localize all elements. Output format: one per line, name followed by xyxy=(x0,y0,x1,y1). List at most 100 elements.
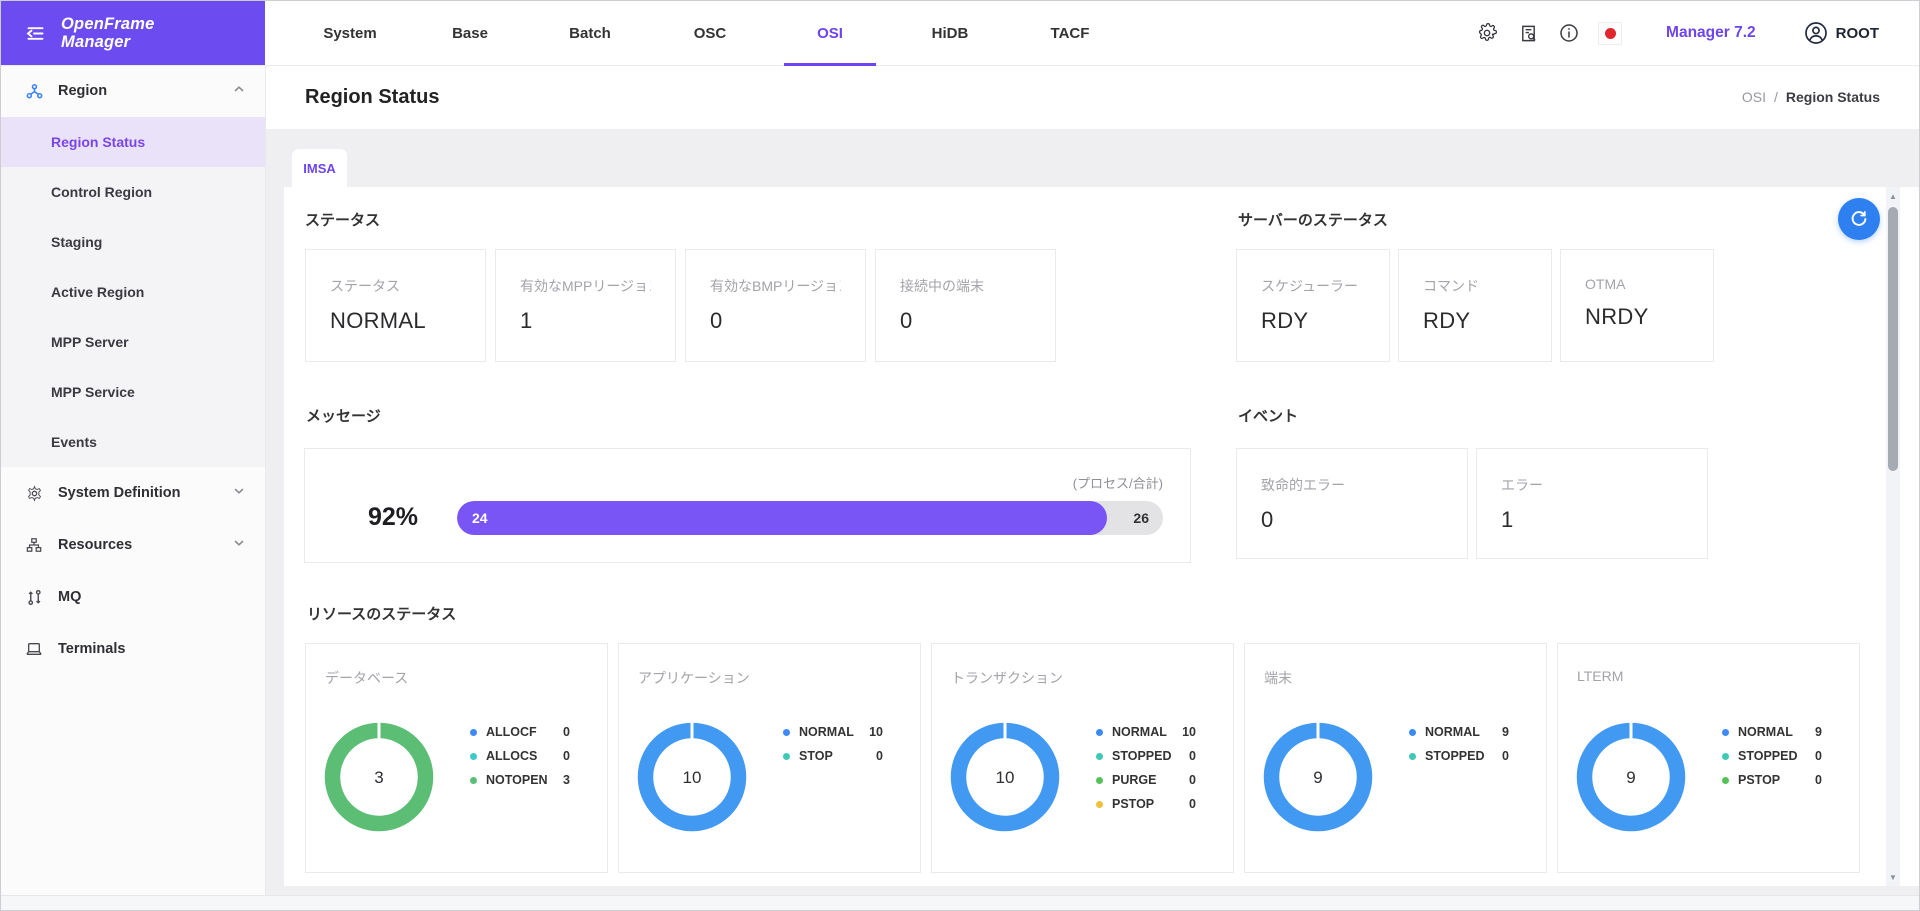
refresh-button[interactable] xyxy=(1838,198,1880,240)
legend-label: PURGE xyxy=(1112,773,1156,787)
scroll-up-arrow[interactable]: ▲ xyxy=(1886,189,1900,203)
nav-tab-batch[interactable]: Batch xyxy=(530,1,650,65)
user-menu[interactable]: ROOT xyxy=(1804,21,1879,45)
status-card-row: ステータスNORMAL有効なMPPリージョン1有効なBMPリージョン0接続中の端… xyxy=(305,249,1056,362)
legend-label: STOP xyxy=(799,749,833,763)
nav-tab-hidb[interactable]: HiDB xyxy=(890,1,1010,65)
region-status-panel: ステータス ステータスNORMAL有効なMPPリージョン1有効なBMPリージョン… xyxy=(284,187,1919,886)
legend-row: NOTOPEN3 xyxy=(470,768,570,792)
legend-value: 0 xyxy=(1189,773,1196,787)
legend-label: PSTOP xyxy=(1112,797,1154,811)
status-card: 有効なBMPリージョン 0 xyxy=(685,249,866,362)
card-label: スケジューラー xyxy=(1261,276,1365,296)
sidebar-item-region-status[interactable]: Region Status xyxy=(1,117,265,167)
legend-label: NORMAL xyxy=(1425,725,1480,739)
legend-row: ALLOCF 0 xyxy=(470,720,570,744)
sidebar-item-label: Resources xyxy=(58,537,132,553)
sidebar-item-system-definition[interactable]: System Definition xyxy=(1,467,265,519)
card-label: 接続中の端末 xyxy=(900,276,1031,296)
legend-row: NORMAL 9 xyxy=(1722,720,1822,744)
legend-value: 0 xyxy=(1502,749,1509,763)
legend-label: STOPPED xyxy=(1425,749,1485,763)
refresh-icon xyxy=(1849,209,1869,229)
card-label: 有効なBMPリージョン xyxy=(710,276,841,296)
card-value: 0 xyxy=(710,308,841,334)
svg-text:10: 10 xyxy=(996,768,1015,787)
sidebar-item-active-region[interactable]: Active Region xyxy=(1,267,265,317)
sidebar-item-mpp-server[interactable]: MPP Server xyxy=(1,317,265,367)
sidebar-item-staging[interactable]: Staging xyxy=(1,217,265,267)
chevron-down-icon xyxy=(233,485,245,501)
nav-tab-tacf[interactable]: TACF xyxy=(1010,1,1130,65)
resource-card-row: データベース3ALLOCF0ALLOCS0NOTOPEN3アプリケーション10N… xyxy=(305,643,1860,873)
legend-value: 0 xyxy=(563,725,570,739)
settings-icon[interactable] xyxy=(1475,21,1499,45)
message-progress-card: (プロセス/合計) 92% 24 26 xyxy=(304,448,1191,563)
sidebar-item-region[interactable]: Region xyxy=(1,65,265,117)
sitemap-icon xyxy=(25,537,43,553)
legend-label: STOPPED xyxy=(1738,749,1798,763)
sidebar-item-mq[interactable]: MQ xyxy=(1,571,265,623)
legend-dot-icon xyxy=(1722,729,1729,736)
legend-value: 0 xyxy=(876,749,883,763)
scrollbar-thumb[interactable] xyxy=(1888,207,1898,471)
legend-dot-icon xyxy=(1722,777,1729,784)
legend-row: NORMAL10 xyxy=(783,720,883,744)
audit-log-icon[interactable] xyxy=(1516,21,1540,45)
legend-row: NORMAL 9 xyxy=(1409,720,1509,744)
donut-legend: NORMAL 9 STOPPED 0 xyxy=(1409,720,1509,768)
section-title-server-status: サーバーのステータス xyxy=(1238,209,1388,230)
language-flag-jp-icon[interactable] xyxy=(1598,21,1622,45)
horizontal-scrollbar[interactable] xyxy=(1,895,1919,910)
sidebar-item-label: MQ xyxy=(58,589,81,605)
legend-row: STOPPED0 xyxy=(1096,744,1196,768)
legend-row: PSTOP0 xyxy=(1722,768,1822,792)
message-progress-fill: 24 xyxy=(457,501,1107,535)
sidebar-item-control-region[interactable]: Control Region xyxy=(1,167,265,217)
vertical-scrollbar[interactable]: ▲ ▼ xyxy=(1886,187,1900,886)
legend-value: 9 xyxy=(1502,725,1509,739)
brand-name: OpenFrame Manager xyxy=(61,15,155,52)
manager-version-link[interactable]: Manager 7.2 xyxy=(1666,24,1756,42)
sidebar-item-label: Region xyxy=(58,83,107,99)
legend-row: STOP 0 xyxy=(783,744,883,768)
scroll-down-arrow[interactable]: ▼ xyxy=(1886,870,1900,884)
sidebar-item-resources[interactable]: Resources xyxy=(1,519,265,571)
resource-card-title: 端末 xyxy=(1264,668,1292,688)
nav-tab-base[interactable]: Base xyxy=(410,1,530,65)
server-status-card: コマンドRDY xyxy=(1398,249,1552,362)
sidebar-item-terminals[interactable]: Terminals xyxy=(1,623,265,675)
nav-tab-system[interactable]: System xyxy=(290,1,410,65)
server-status-card: OTMANRDY xyxy=(1560,249,1714,362)
info-icon[interactable] xyxy=(1557,21,1581,45)
gear-icon xyxy=(25,485,43,502)
breadcrumb-separator: / xyxy=(1774,89,1778,105)
sidebar-item-events[interactable]: Events xyxy=(1,417,265,467)
card-value: 0 xyxy=(1261,507,1443,533)
server-card-row: スケジューラーRDYコマンドRDYOTMANRDY xyxy=(1236,249,1714,362)
breadcrumb-parent[interactable]: OSI xyxy=(1742,89,1766,105)
top-bar-right: Manager 7.2 ROOT xyxy=(1458,1,1919,65)
nav-tab-osi[interactable]: OSI xyxy=(770,1,890,65)
legend-value: 9 xyxy=(1815,725,1822,739)
legend-label: ALLOCF xyxy=(486,725,537,739)
legend-value: 0 xyxy=(563,749,570,763)
sidebar-collapse-icon[interactable] xyxy=(25,23,46,44)
legend-label: PSTOP xyxy=(1738,773,1780,787)
legend-dot-icon xyxy=(1409,729,1416,736)
sidebar-item-mpp-service[interactable]: MPP Service xyxy=(1,367,265,417)
resource-card: LTERM9NORMAL9STOPPED0PSTOP0 xyxy=(1557,643,1860,873)
nav-tab-osc[interactable]: OSC xyxy=(650,1,770,65)
section-title-resources: リソースのステータス xyxy=(307,603,456,624)
svg-text:3: 3 xyxy=(374,768,383,787)
message-progress-bar: 24 26 xyxy=(457,501,1163,535)
tab-imsa[interactable]: IMSA xyxy=(292,149,347,187)
legend-label: NORMAL xyxy=(1738,725,1793,739)
chevron-down-icon xyxy=(233,537,245,553)
breadcrumb-current: Region Status xyxy=(1786,89,1880,105)
donut-chart: 10 xyxy=(950,722,1060,832)
legend-dot-icon xyxy=(1722,753,1729,760)
card-label: コマンド xyxy=(1423,276,1527,296)
legend-dot-icon xyxy=(783,729,790,736)
card-label: OTMA xyxy=(1585,276,1689,292)
